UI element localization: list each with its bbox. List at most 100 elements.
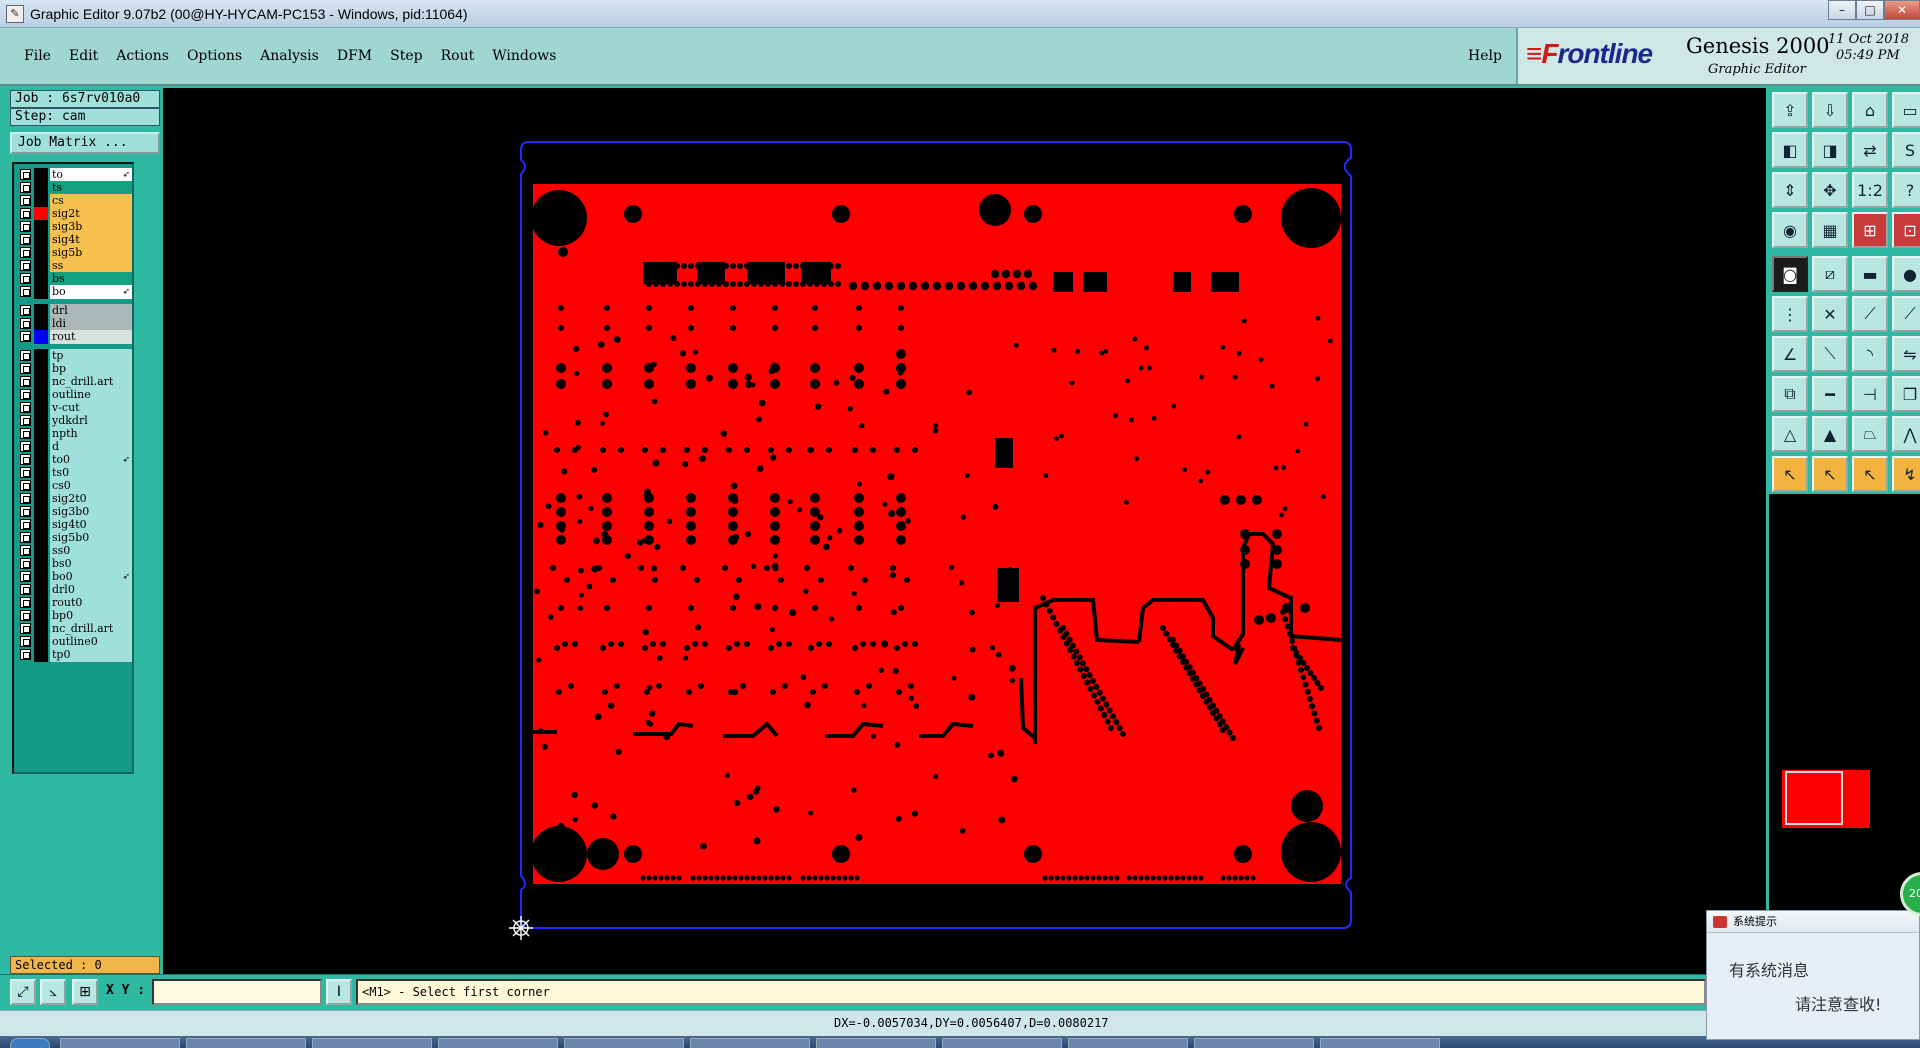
net-icon[interactable]: ⊞ — [1852, 212, 1888, 248]
minimize-button[interactable]: – — [1828, 0, 1856, 20]
layer-color-swatch[interactable] — [34, 648, 48, 662]
menu-edit[interactable]: Edit — [69, 48, 98, 64]
layer-color-swatch[interactable] — [34, 466, 48, 480]
taskbar-item[interactable] — [690, 1038, 810, 1048]
layer-row-bp0[interactable]: bp0 — [18, 609, 132, 623]
taskbar-item[interactable] — [186, 1038, 306, 1048]
layer-row-to0[interactable]: to0 ➶ — [18, 453, 132, 467]
layer-color-swatch[interactable] — [34, 388, 48, 402]
layer-row-ts0[interactable]: ts0 — [18, 466, 132, 480]
window-icon[interactable]: ▭ — [1892, 92, 1920, 128]
layer-checkbox[interactable] — [20, 558, 31, 569]
menu-file[interactable]: File — [24, 48, 51, 64]
layer-row-rout[interactable]: rout — [18, 330, 132, 344]
layer-row-cs[interactable]: cs — [18, 194, 132, 208]
layer-color-swatch[interactable] — [34, 304, 48, 318]
layer-color-swatch[interactable] — [34, 207, 48, 221]
layer-color-swatch[interactable] — [34, 220, 48, 234]
layer-checkbox[interactable] — [20, 610, 31, 621]
layer-row-npth[interactable]: npth — [18, 427, 132, 441]
circle-icon[interactable]: ● — [1892, 256, 1920, 292]
layer-color-swatch[interactable] — [34, 492, 48, 506]
layer-row-ss[interactable]: ss — [18, 259, 132, 273]
layer-checkbox[interactable] — [20, 584, 31, 595]
layer-name[interactable]: cs — [50, 194, 132, 208]
layer-color-swatch[interactable] — [34, 583, 48, 597]
layer-name[interactable]: nc_drill.art — [50, 622, 132, 636]
pin-icon[interactable]: ⟋ — [1892, 296, 1920, 332]
layer-checkbox[interactable] — [20, 260, 31, 271]
layer-color-swatch[interactable] — [34, 609, 48, 623]
taskbar-item[interactable] — [564, 1038, 684, 1048]
layer-row-drl0[interactable]: drl0 — [18, 583, 132, 597]
layer-checkbox[interactable] — [20, 208, 31, 219]
layer-row-to[interactable]: to ➶ — [18, 168, 132, 182]
menu-windows[interactable]: Windows — [492, 48, 556, 64]
layer-name[interactable]: rout — [50, 330, 132, 344]
menu-dfm[interactable]: DFM — [337, 48, 372, 64]
diagonal-icon[interactable]: ⟍ — [1812, 336, 1848, 372]
layer-color-swatch[interactable] — [34, 596, 48, 610]
triangle-icon[interactable]: △ — [1772, 416, 1808, 452]
layer-checkbox[interactable] — [20, 221, 31, 232]
start-button[interactable] — [10, 1038, 50, 1048]
layer-color-swatch[interactable] — [34, 285, 48, 299]
layer-row-bp[interactable]: bp — [18, 362, 132, 376]
one-to-one-icon[interactable]: 1:2 — [1852, 172, 1888, 208]
layer-row-ss0[interactable]: ss0 — [18, 544, 132, 558]
angle-icon[interactable]: ∠ — [1772, 336, 1808, 372]
layer-row-sig4t0[interactable]: sig4t0 — [18, 518, 132, 532]
layer-color-swatch[interactable] — [34, 414, 48, 428]
layer-checkbox[interactable] — [20, 441, 31, 452]
layer-row-sig4t[interactable]: sig4t — [18, 233, 132, 247]
layer-color-swatch[interactable] — [34, 635, 48, 649]
arrow-left-icon[interactable]: ◧ — [1772, 132, 1808, 168]
layer-row-bo0[interactable]: bo0 ➶ — [18, 570, 132, 584]
layer-checkbox[interactable] — [20, 305, 31, 316]
layer-row-sig3b0[interactable]: sig3b0 — [18, 505, 132, 519]
layer-row-bs0[interactable]: bs0 — [18, 557, 132, 571]
pan-icon[interactable]: ⇄ — [1852, 132, 1888, 168]
menu-help[interactable]: Help — [1468, 48, 1502, 64]
layer-checkbox[interactable] — [20, 649, 31, 660]
layer-color-swatch[interactable] — [34, 570, 48, 584]
layer-name[interactable]: bp — [50, 362, 132, 376]
layer-color-swatch[interactable] — [34, 233, 48, 247]
copy-icon[interactable]: ❐ — [1892, 376, 1920, 412]
layer-color-swatch[interactable] — [34, 375, 48, 389]
layer-row-cs0[interactable]: cs0 — [18, 479, 132, 493]
taskbar-item[interactable] — [816, 1038, 936, 1048]
layer-row-outline[interactable]: outline — [18, 388, 132, 402]
taskbar-item[interactable] — [60, 1038, 180, 1048]
layer-name[interactable]: sig4t — [50, 233, 132, 247]
layer-name[interactable]: bs0 — [50, 557, 132, 571]
layer-name[interactable]: ldi — [50, 317, 132, 331]
cross-icon[interactable]: ✕ — [1812, 296, 1848, 332]
layer-color-swatch[interactable] — [34, 531, 48, 545]
layer-color-swatch[interactable] — [34, 317, 48, 331]
net-select-icon[interactable]: ⊡ — [1892, 212, 1920, 248]
layer-name[interactable]: to0 ➶ — [50, 453, 132, 467]
layer-row-ldi[interactable]: ldi — [18, 317, 132, 331]
layer-checkbox[interactable] — [20, 331, 31, 342]
overview-map[interactable] — [1767, 494, 1920, 976]
layer-row-v-cut[interactable]: v-cut — [18, 401, 132, 415]
layer-row-drl[interactable]: drl — [18, 304, 132, 318]
taskbar-item[interactable] — [438, 1038, 558, 1048]
layer-name[interactable]: cs0 — [50, 479, 132, 493]
taskbar-item[interactable] — [942, 1038, 1062, 1048]
layer-checkbox[interactable] — [20, 234, 31, 245]
layer-name[interactable]: d — [50, 440, 132, 454]
layer-checkbox[interactable] — [20, 519, 31, 530]
layer-name[interactable]: ts — [50, 181, 132, 195]
layer-name[interactable]: bo ➶ — [50, 285, 132, 299]
layer-checkbox[interactable] — [20, 286, 31, 297]
layer-checkbox[interactable] — [20, 480, 31, 491]
layer-row-sig5b[interactable]: sig5b — [18, 246, 132, 260]
layer-checkbox[interactable] — [20, 506, 31, 517]
snap-icon[interactable]: S — [1892, 132, 1920, 168]
connect-icon[interactable]: ⋮ — [1772, 296, 1808, 332]
layer-name[interactable]: bp0 — [50, 609, 132, 623]
layer-color-swatch[interactable] — [34, 427, 48, 441]
menu-step[interactable]: Step — [390, 48, 422, 64]
